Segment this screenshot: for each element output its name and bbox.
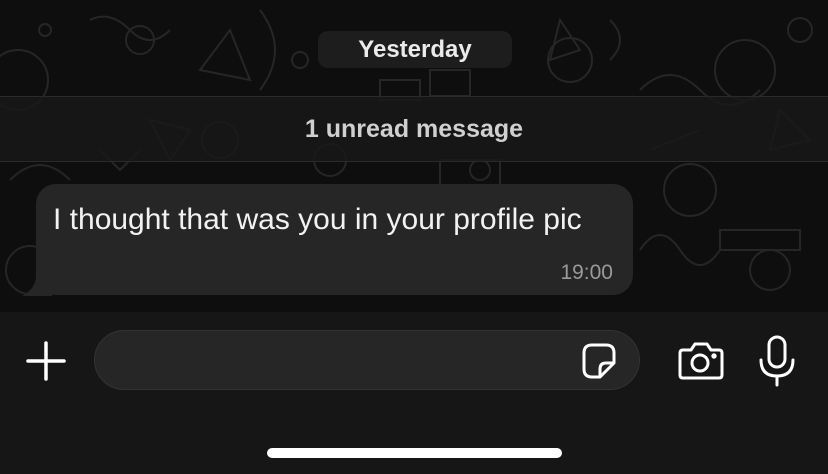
composer-bar — [0, 312, 828, 474]
chat-screen: Yesterday 1 unread message I thought tha… — [0, 0, 828, 474]
plus-icon[interactable] — [24, 339, 68, 383]
message-text: I thought that was you in your profile p… — [53, 203, 582, 236]
message-timestamp: 19:00 — [560, 261, 613, 284]
sticker-icon[interactable] — [576, 339, 620, 383]
chat-history[interactable]: Yesterday 1 unread message I thought tha… — [0, 0, 828, 312]
home-indicator[interactable] — [267, 448, 562, 458]
message-input[interactable] — [94, 330, 640, 390]
unread-banner: 1 unread message — [0, 96, 828, 162]
message-bubble[interactable]: I thought that was you in your profile p… — [36, 184, 633, 295]
unread-banner-text: 1 unread message — [304, 114, 524, 143]
date-separator: Yesterday — [318, 31, 512, 68]
microphone-icon[interactable] — [757, 334, 797, 388]
camera-icon[interactable] — [675, 339, 725, 383]
